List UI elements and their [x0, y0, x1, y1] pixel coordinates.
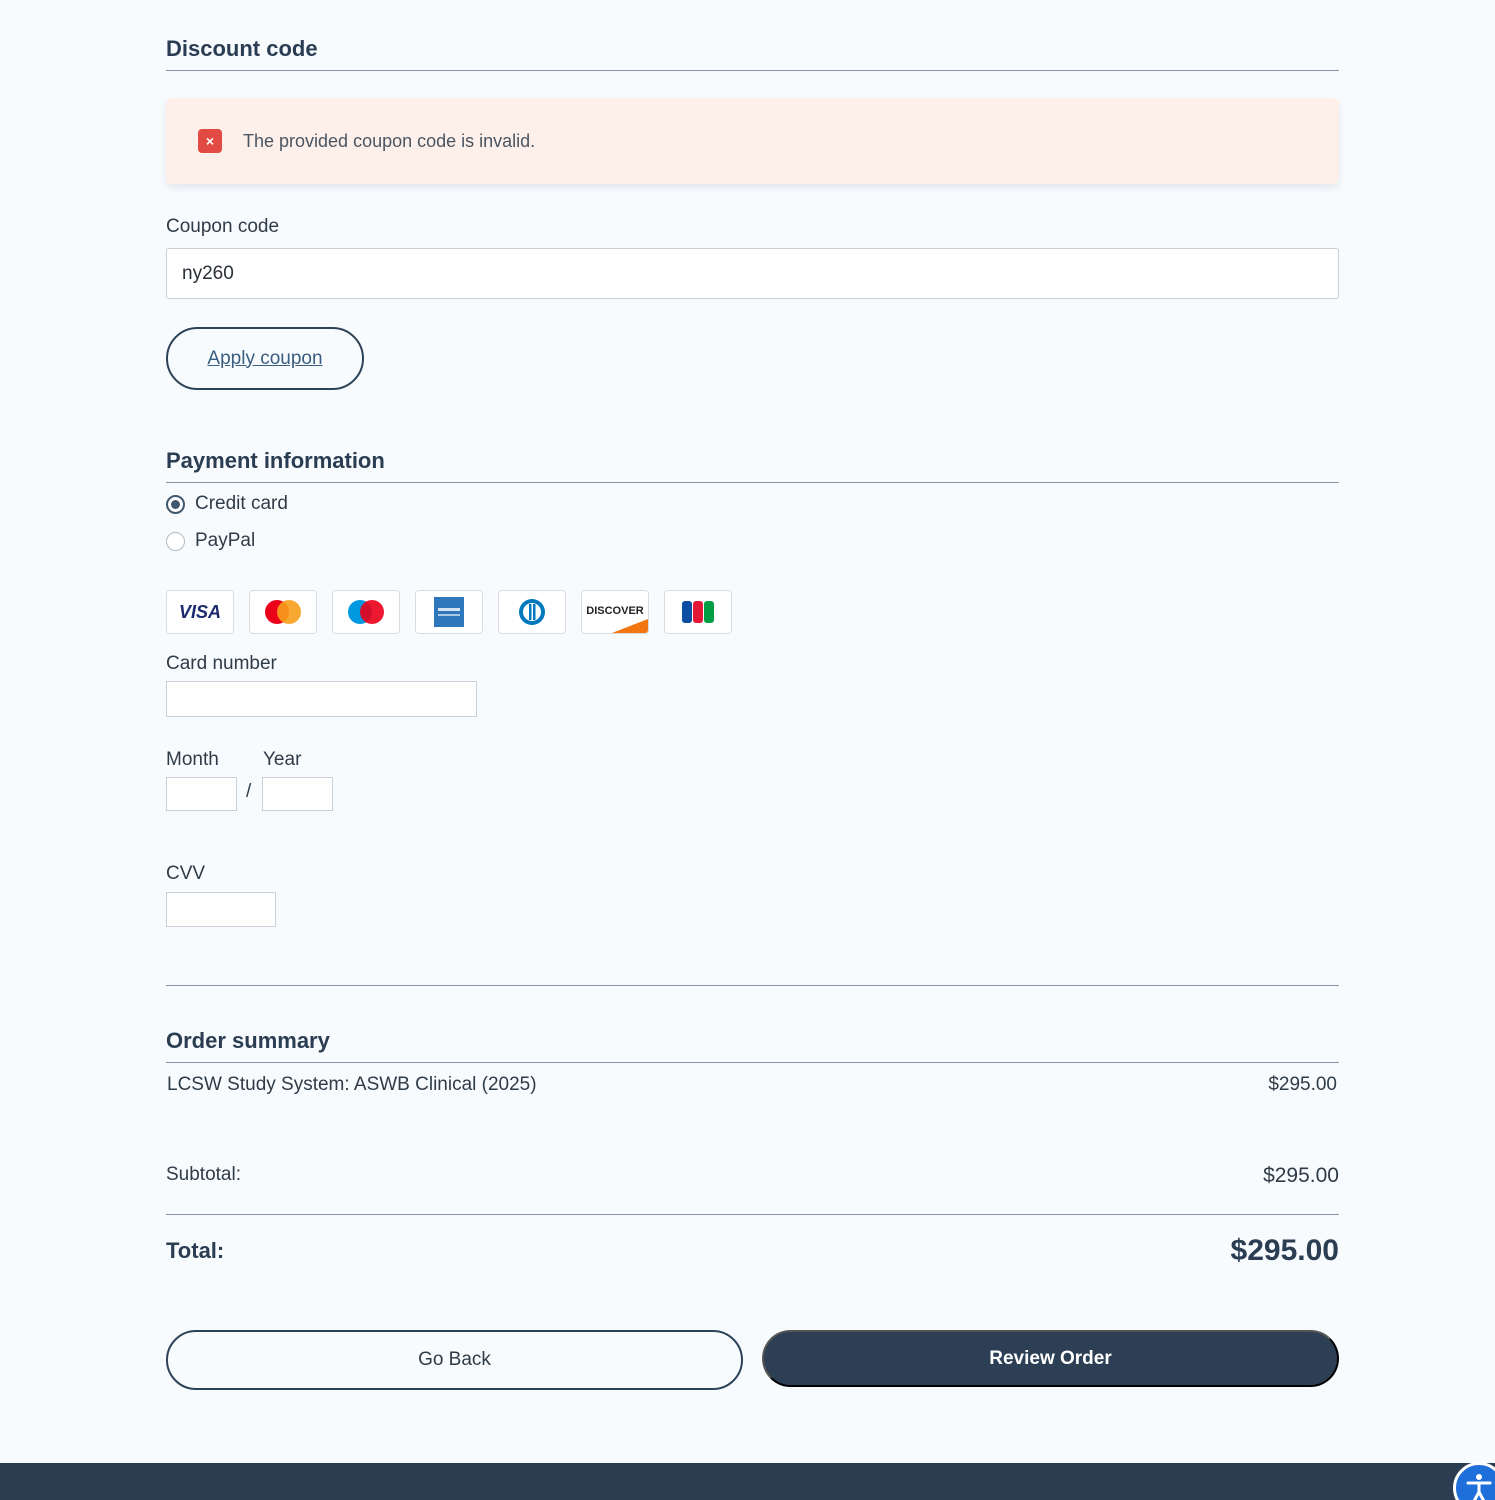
cvv-label: CVV: [166, 863, 206, 884]
review-order-button[interactable]: Review Order: [762, 1330, 1339, 1387]
total-divider: [166, 1214, 1339, 1215]
go-back-button[interactable]: Go Back: [166, 1330, 743, 1390]
date-separator: /: [246, 781, 252, 802]
alert-message: The provided coupon code is invalid.: [243, 131, 536, 151]
coupon-error-alert: × The provided coupon code is invalid.: [166, 98, 1339, 184]
error-icon: ×: [198, 129, 222, 153]
year-label: Year: [263, 749, 302, 770]
card-number-label: Card number: [166, 653, 277, 674]
subtotal-label: Subtotal:: [166, 1164, 241, 1185]
subtotal-value: $295.00: [1263, 1164, 1339, 1187]
paypal-label: PayPal: [195, 530, 256, 551]
cvv-input[interactable]: [166, 892, 276, 927]
paypal-radio[interactable]: [166, 531, 185, 551]
visa-icon: VISA: [166, 590, 234, 634]
order-item-name: LCSW Study System: ASWB Clinical (2025): [167, 1074, 537, 1095]
jcb-icon: [664, 590, 732, 634]
discount-code-heading: Discount code: [166, 36, 1339, 71]
payment-method-paypal[interactable]: PayPal: [166, 530, 255, 552]
american-express-icon: [415, 590, 483, 634]
total-label: Total:: [166, 1238, 225, 1263]
year-input[interactable]: [262, 777, 333, 811]
svg-text:DISCOVER: DISCOVER: [586, 605, 644, 617]
accessibility-icon[interactable]: [1453, 1462, 1495, 1500]
mastercard-icon: [249, 590, 317, 634]
month-input[interactable]: [166, 777, 237, 811]
diners-club-icon: [498, 590, 566, 634]
credit-card-radio[interactable]: [166, 494, 185, 514]
order-item-price: $295.00: [1268, 1074, 1337, 1095]
card-number-input[interactable]: [166, 681, 477, 717]
coupon-code-label: Coupon code: [166, 216, 280, 237]
apply-coupon-button[interactable]: Apply coupon: [166, 327, 364, 390]
page-footer: [0, 1463, 1495, 1500]
order-summary-heading: Order summary: [166, 1028, 1339, 1063]
payment-method-credit-card[interactable]: Credit card: [166, 493, 288, 515]
month-label: Month: [166, 749, 219, 770]
accepted-cards: VISA DISCOVER: [166, 590, 732, 634]
maestro-icon: [332, 590, 400, 634]
section-divider: [166, 985, 1339, 986]
payment-information-heading: Payment information: [166, 448, 1339, 483]
credit-card-label: Credit card: [195, 493, 288, 514]
svg-text:VISA: VISA: [179, 602, 221, 622]
discover-icon: DISCOVER: [581, 590, 649, 634]
coupon-code-input[interactable]: [166, 248, 1339, 299]
total-value: $295.00: [1230, 1234, 1339, 1267]
